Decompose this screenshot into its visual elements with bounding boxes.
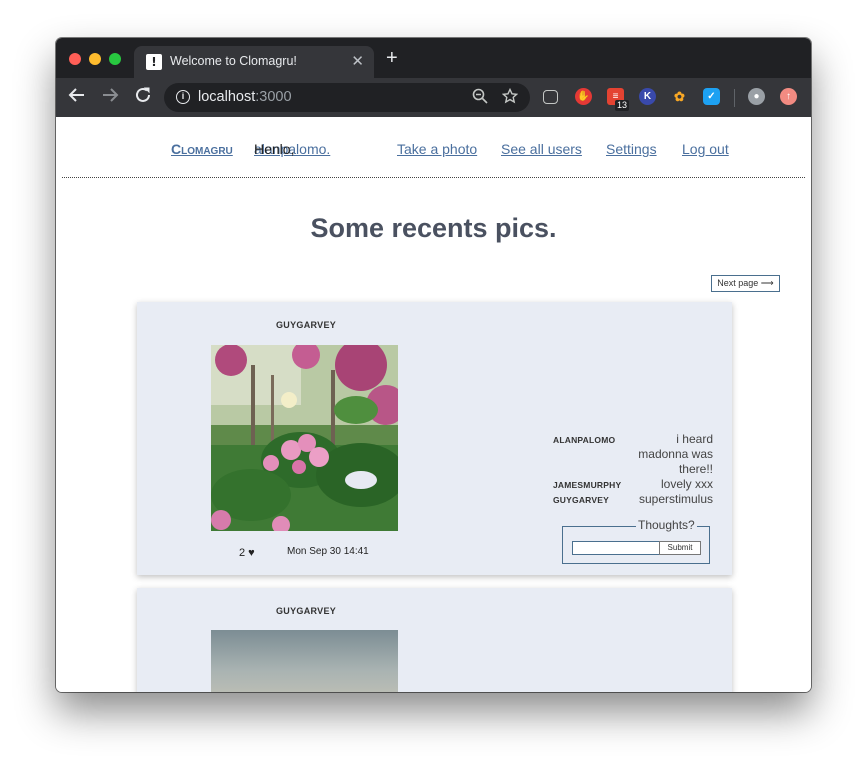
take-photo-link[interactable]: Take a photo — [397, 141, 477, 157]
extension-badge: 13 — [615, 100, 630, 111]
comment-author[interactable]: GUYGARVEY — [553, 495, 609, 505]
minimize-window-button[interactable] — [89, 53, 101, 65]
post-photo[interactable] — [211, 630, 398, 692]
page-content: Clomagru Henlo, alanpalomo. Take a photo… — [56, 117, 811, 692]
site-navigation: Clomagru Henlo, alanpalomo. Take a photo… — [56, 141, 811, 161]
submit-comment-button[interactable]: Submit — [659, 541, 701, 555]
comment: GUYGARVEY superstimulus — [553, 492, 713, 507]
info-icon[interactable]: i — [176, 90, 190, 104]
comment-form: Thoughts? Submit — [562, 518, 710, 564]
comment-author[interactable]: JAMESMURPHY — [553, 480, 621, 490]
comment-form-legend: Thoughts? — [636, 518, 697, 532]
comment-list: ALANPALOMO i heard madonna was there!! J… — [553, 432, 713, 507]
maximize-window-button[interactable] — [109, 53, 121, 65]
k-extension-icon[interactable]: K — [639, 88, 656, 105]
browser-toolbar: i localhost:3000 ✋ ≡ 13 K ✿ ✓ ● ↑ — [56, 78, 811, 117]
settings-link[interactable]: Settings — [606, 141, 657, 157]
url-text: localhost:3000 — [198, 89, 292, 105]
comment-text: i heard madonna was there!! — [638, 432, 713, 476]
comment-input[interactable] — [572, 541, 660, 555]
post-card: GUYGARVEY — [137, 302, 732, 575]
post-author[interactable]: GUYGARVEY — [276, 320, 336, 330]
like-count[interactable]: 2 ♥ — [239, 547, 255, 559]
browser-window: ! Welcome to Clomagru! ✕ + i localhost:3… — [56, 38, 811, 692]
bookmark-star-icon[interactable] — [501, 87, 519, 108]
post-author[interactable]: GUYGARVEY — [276, 606, 336, 616]
favicon-icon: ! — [146, 54, 162, 70]
next-page-button[interactable]: Next page ⟶ — [711, 275, 780, 292]
tab-title: Welcome to Clomagru! — [170, 54, 297, 68]
comment: JAMESMURPHY lovely xxx — [553, 477, 713, 492]
new-tab-icon[interactable]: + — [386, 48, 398, 68]
close-window-button[interactable] — [69, 53, 81, 65]
comment: ALANPALOMO i heard madonna was there!! — [553, 432, 713, 477]
forward-icon[interactable] — [101, 86, 119, 108]
logout-link[interactable]: Log out — [682, 141, 729, 157]
tab-bar: ! Welcome to Clomagru! ✕ + — [56, 38, 811, 78]
brand-link[interactable]: Clomagru — [171, 141, 233, 157]
browser-tab[interactable]: ! Welcome to Clomagru! ✕ — [134, 46, 374, 78]
page-title: Some recents pics. — [310, 213, 557, 243]
post-date: Mon Sep 30 14:41 — [287, 546, 369, 557]
back-icon[interactable] — [68, 86, 86, 108]
post-card: GUYGARVEY — [137, 588, 732, 692]
toolbar-divider — [734, 89, 735, 107]
see-all-users-link[interactable]: See all users — [501, 141, 582, 157]
comment-author[interactable]: ALANPALOMO — [553, 435, 615, 445]
comment-text: superstimulus — [638, 492, 713, 506]
adblock-extension-icon[interactable]: ✋ — [575, 88, 592, 105]
zoom-out-icon[interactable] — [472, 88, 488, 108]
reload-icon[interactable] — [134, 86, 152, 108]
greeting: Henlo, alanpalomo. — [254, 141, 330, 157]
post-photo[interactable] — [211, 345, 398, 531]
plant-extension-icon[interactable]: ✿ — [671, 88, 688, 105]
update-icon[interactable]: ↑ — [780, 88, 797, 105]
profile-avatar-icon[interactable]: ● — [748, 88, 765, 105]
pocket-extension-icon[interactable] — [543, 90, 558, 104]
address-bar[interactable]: i localhost:3000 — [164, 83, 530, 112]
bird-extension-icon[interactable]: ✓ — [703, 88, 720, 105]
close-tab-icon[interactable]: ✕ — [351, 52, 364, 70]
comment-text: lovely xxx — [660, 477, 713, 491]
divider — [62, 177, 805, 178]
greeting-prefix: Henlo, — [254, 141, 295, 157]
